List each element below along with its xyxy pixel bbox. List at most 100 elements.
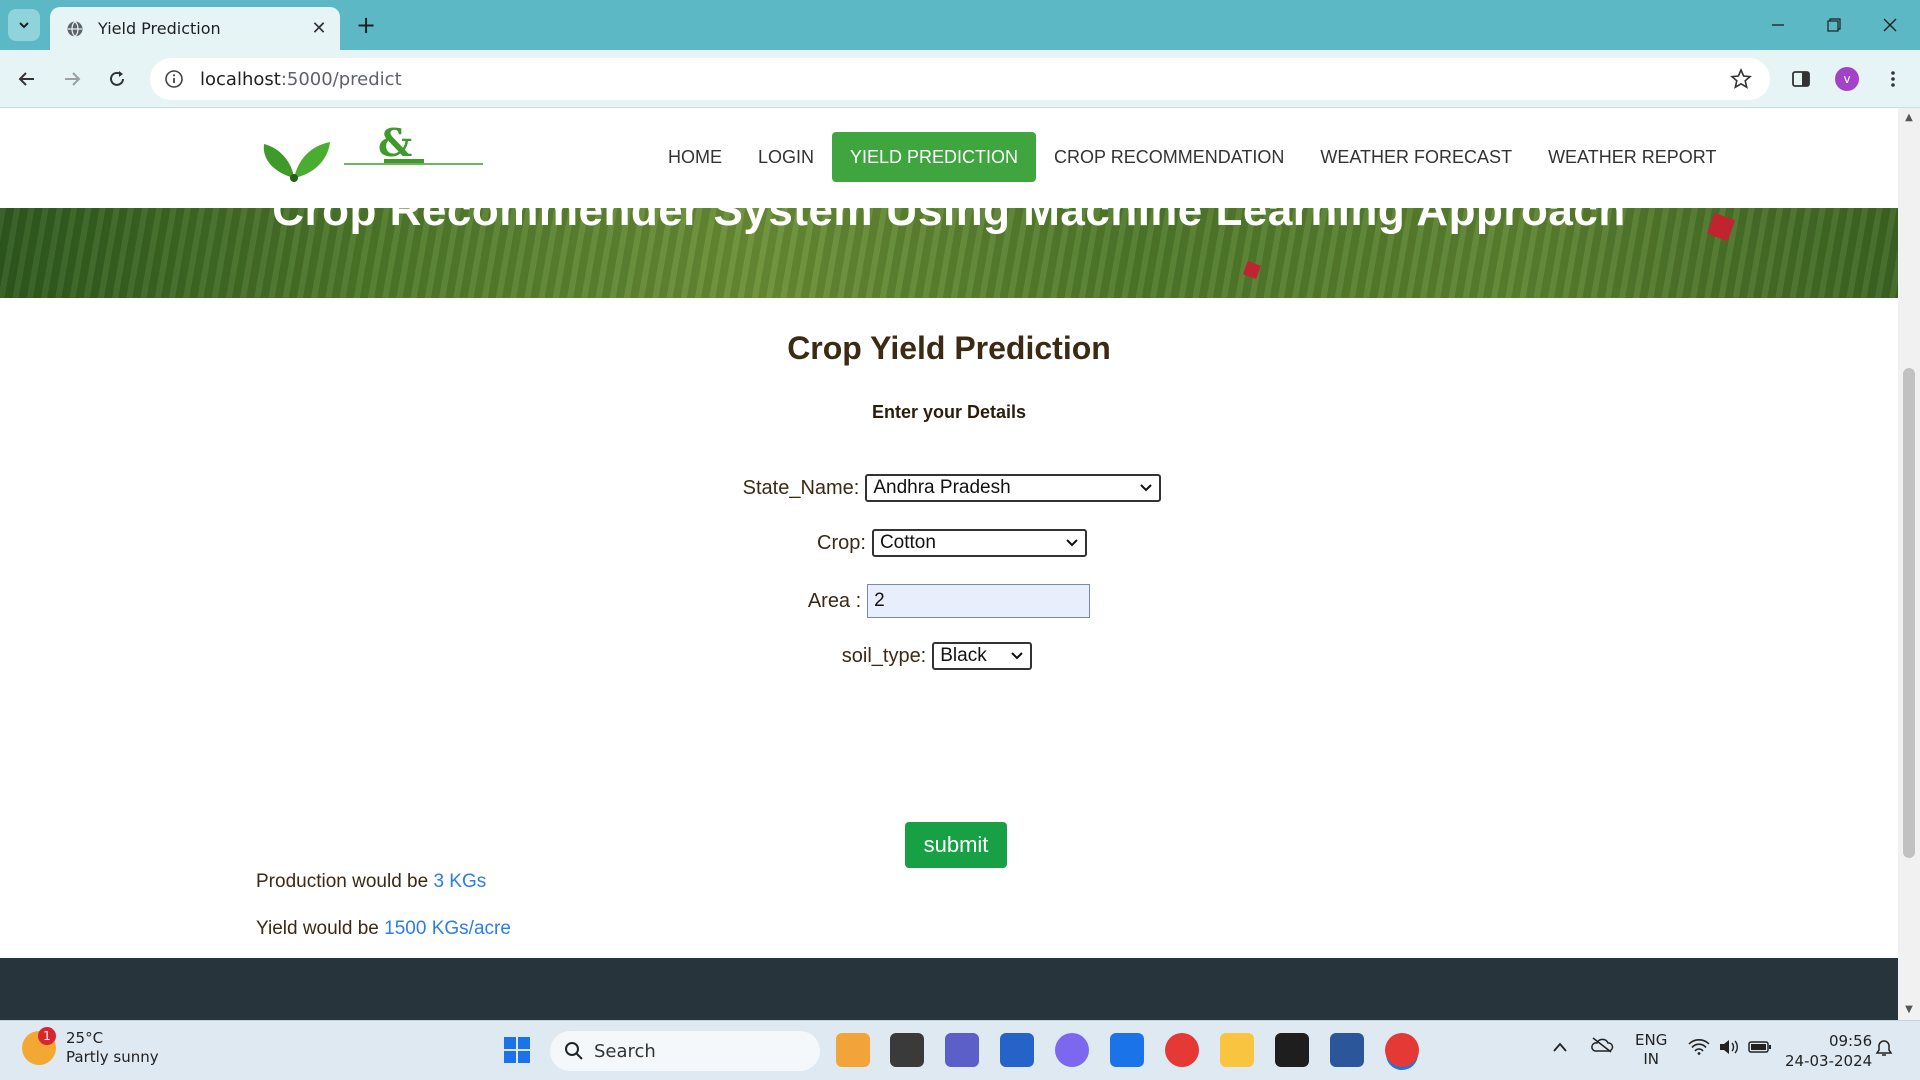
form-subtitle: Enter your Details: [871, 402, 1027, 422]
chevron-down-icon: [19, 22, 29, 29]
url-text[interactable]: localhost:5000/predict: [200, 69, 1720, 90]
search-icon: [565, 1042, 583, 1060]
minimize-icon[interactable]: [1750, 0, 1806, 50]
profile-avatar[interactable]: v: [1835, 67, 1859, 91]
weather-text: 25°C Partly sunny: [66, 1029, 159, 1067]
area-value: 2: [874, 590, 885, 611]
yield-value: 1500 KGs/acre: [384, 918, 511, 939]
hero-title: Crop Recommender System Using Machine Le…: [272, 208, 1626, 235]
nav-weather-report[interactable]: WEATHER REPORT: [1530, 132, 1734, 182]
nav-login[interactable]: LOGIN: [740, 132, 832, 182]
browser-tabstrip: Yield Prediction ✕ +: [0, 0, 1920, 50]
file-explorer-icon[interactable]: [1220, 1033, 1254, 1067]
nav-yield-prediction[interactable]: YIELD PREDICTION: [832, 132, 1037, 182]
forward-icon[interactable]: [53, 60, 91, 98]
submit-button[interactable]: submit: [905, 822, 1007, 868]
state-select[interactable]: Andhra Pradesh: [865, 474, 1162, 502]
address-bar[interactable]: localhost:5000/predict: [150, 58, 1770, 100]
wifi-icon[interactable]: [1688, 1039, 1710, 1059]
scroll-up-arrow-icon[interactable]: ▲: [1903, 112, 1915, 124]
teams-icon[interactable]: [945, 1033, 979, 1067]
nav-home[interactable]: HOME: [650, 132, 740, 182]
soil-select[interactable]: Black: [932, 642, 1033, 670]
chrome-profile-icon[interactable]: [1385, 1033, 1419, 1067]
chevron-down-icon: [1011, 652, 1023, 660]
leaf-logo-icon: &: [263, 120, 483, 182]
clock[interactable]: 09:56 24-03-2024: [1785, 1031, 1872, 1071]
hero-banner: Crop Recommender System Using Machine Le…: [0, 208, 1898, 298]
copilot-app-icon[interactable]: [1055, 1033, 1089, 1067]
lang-region: IN: [1643, 1050, 1659, 1068]
area-input[interactable]: 2: [867, 584, 1091, 618]
url-host: localhost: [200, 68, 281, 90]
close-window-icon[interactable]: [1862, 0, 1918, 50]
nav-crop-recommendation[interactable]: CROP RECOMMENDATION: [1036, 132, 1302, 182]
tab-title: Yield Prediction: [98, 19, 221, 38]
back-icon[interactable]: [8, 60, 46, 98]
windows-taskbar: 1 25°C Partly sunny Search ENG IN 09:56 …: [0, 1020, 1920, 1080]
copilot-icon[interactable]: [836, 1033, 870, 1067]
browser-toolbar: localhost:5000/predict v: [0, 50, 1920, 108]
site-logo[interactable]: &: [258, 120, 483, 192]
crop-label: Crop:: [817, 531, 866, 554]
clock-date: 24-03-2024: [1785, 1052, 1873, 1070]
chevron-down-icon: [1066, 539, 1078, 547]
word-icon[interactable]: [1330, 1033, 1364, 1067]
crop-select[interactable]: Cotton: [871, 529, 1087, 557]
yield-label: Yield would be: [256, 918, 379, 939]
partly-sunny-icon: 1: [22, 1027, 56, 1065]
area-label: Area :: [807, 589, 862, 612]
search-placeholder: Search: [594, 1040, 656, 1062]
close-tab-icon[interactable]: ✕: [304, 14, 334, 44]
battery-icon[interactable]: [1748, 1039, 1772, 1059]
globe-icon: [67, 20, 83, 37]
page-viewport: & HOME LOGIN YIELD PREDICTION CROP RECOM…: [0, 108, 1898, 1020]
chrome-icon[interactable]: [1165, 1033, 1199, 1067]
browser-tab-active[interactable]: Yield Prediction ✕: [50, 7, 340, 50]
language-indicator[interactable]: ENG IN: [1635, 1031, 1667, 1069]
tray-chevron-up-icon[interactable]: [1552, 1039, 1568, 1057]
clock-time: 09:56: [1828, 1032, 1873, 1050]
area-row: Area : 2: [0, 584, 1898, 618]
crop-row: Crop: Cotton: [3, 529, 1898, 557]
chevron-down-icon: [1140, 484, 1153, 492]
scroll-thumb[interactable]: [1903, 368, 1915, 858]
page-title: Crop Yield Prediction: [787, 330, 1111, 366]
store-icon[interactable]: [1000, 1033, 1034, 1067]
windows-start-icon[interactable]: [500, 1033, 534, 1067]
new-tab-button[interactable]: +: [350, 9, 382, 41]
site-header: & HOME LOGIN YIELD PREDICTION CROP RECOM…: [0, 108, 1898, 208]
task-view-icon[interactable]: [890, 1033, 924, 1067]
main-nav: HOME LOGIN YIELD PREDICTION CROP RECOMME…: [650, 132, 1734, 182]
crop-value: Cotton: [879, 532, 936, 553]
reload-icon[interactable]: [98, 60, 136, 98]
terminal-icon[interactable]: [1275, 1033, 1309, 1067]
state-value: Andhra Pradesh: [873, 477, 1011, 498]
state-row: State_Name: Andhra Pradesh: [3, 474, 1898, 502]
temperature: 25°C: [66, 1029, 104, 1047]
mail-icon[interactable]: [1110, 1033, 1144, 1067]
production-label: Production would be: [256, 871, 429, 892]
restore-icon[interactable]: [1806, 0, 1862, 50]
taskbar-search[interactable]: Search: [550, 1031, 820, 1071]
menu-kebab-icon[interactable]: [1874, 60, 1912, 98]
weather-badge: 1: [38, 1027, 56, 1045]
side-panel-icon[interactable]: [1782, 60, 1820, 98]
scroll-down-arrow-icon[interactable]: ▼: [1903, 1004, 1915, 1016]
site-info-icon[interactable]: [154, 59, 194, 99]
notification-bell-icon[interactable]: [1875, 1039, 1893, 1061]
weather-condition: Partly sunny: [66, 1048, 159, 1066]
bookmark-star-icon[interactable]: [1720, 58, 1762, 100]
lang-code: ENG: [1635, 1031, 1668, 1049]
onedrive-icon[interactable]: [1590, 1037, 1614, 1057]
nav-weather-forecast[interactable]: WEATHER FORECAST: [1302, 132, 1530, 182]
soil-row: soil_type: Black: [0, 642, 1886, 670]
volume-icon[interactable]: [1718, 1039, 1740, 1059]
page-scrollbar[interactable]: ▲ ▼: [1898, 108, 1920, 1020]
tab-search-button[interactable]: [8, 9, 40, 41]
logo-ampersand: &: [378, 122, 412, 165]
production-value: 3 KGs: [433, 871, 487, 892]
weather-widget[interactable]: 1 25°C Partly sunny: [22, 1027, 159, 1067]
production-result: Production would be 3 KGs: [256, 871, 486, 893]
soil-label: soil_type:: [841, 644, 927, 667]
